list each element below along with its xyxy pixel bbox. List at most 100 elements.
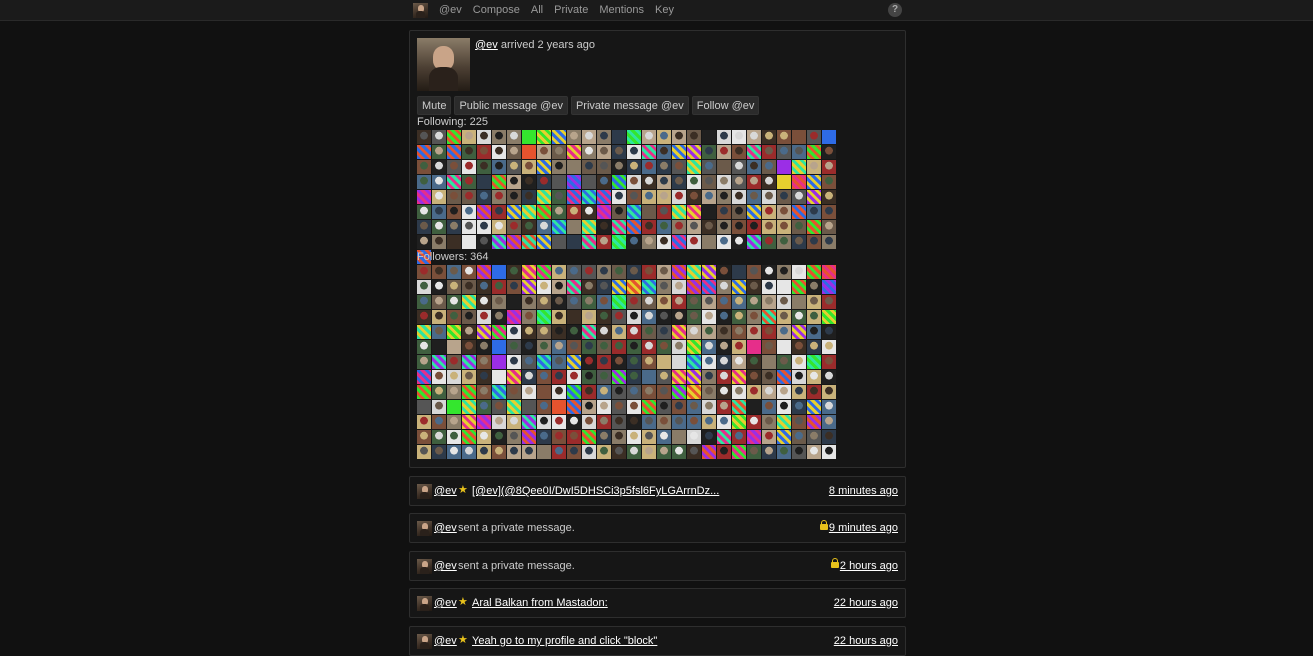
avatar-tile[interactable] bbox=[552, 445, 566, 459]
avatar-tile[interactable] bbox=[792, 175, 806, 189]
avatar-tile[interactable] bbox=[807, 205, 821, 219]
avatar-tile[interactable] bbox=[822, 400, 836, 414]
avatar-tile[interactable] bbox=[567, 310, 581, 324]
avatar-tile[interactable] bbox=[507, 265, 521, 279]
avatar-tile[interactable] bbox=[687, 430, 701, 444]
avatar-tile[interactable] bbox=[567, 445, 581, 459]
avatar-tile[interactable] bbox=[792, 400, 806, 414]
avatar-tile[interactable] bbox=[732, 265, 746, 279]
avatar-tile[interactable] bbox=[627, 220, 641, 234]
avatar-tile[interactable] bbox=[552, 325, 566, 339]
avatar-tile[interactable] bbox=[432, 190, 446, 204]
avatar-tile[interactable] bbox=[447, 415, 461, 429]
avatar-tile[interactable] bbox=[447, 160, 461, 174]
avatar-tile[interactable] bbox=[627, 175, 641, 189]
avatar-tile[interactable] bbox=[657, 340, 671, 354]
avatar-tile[interactable] bbox=[807, 235, 821, 249]
avatar-tile[interactable] bbox=[822, 160, 836, 174]
avatar-tile[interactable] bbox=[567, 160, 581, 174]
avatar-tile[interactable] bbox=[642, 430, 656, 444]
avatar-tile[interactable] bbox=[462, 325, 476, 339]
avatar-tile[interactable] bbox=[762, 385, 776, 399]
avatar-tile[interactable] bbox=[507, 340, 521, 354]
avatar-tile[interactable] bbox=[672, 265, 686, 279]
avatar-tile[interactable] bbox=[522, 370, 536, 384]
avatar-tile[interactable] bbox=[777, 310, 791, 324]
avatar-tile[interactable] bbox=[627, 415, 641, 429]
avatar-tile[interactable] bbox=[507, 370, 521, 384]
avatar-tile[interactable] bbox=[567, 175, 581, 189]
avatar-tile[interactable] bbox=[447, 370, 461, 384]
avatar-tile[interactable] bbox=[792, 160, 806, 174]
avatar-tile[interactable] bbox=[597, 415, 611, 429]
avatar-tile[interactable] bbox=[477, 325, 491, 339]
avatar-tile[interactable] bbox=[567, 415, 581, 429]
avatar-tile[interactable] bbox=[747, 400, 761, 414]
avatar-tile[interactable] bbox=[417, 175, 431, 189]
avatar-tile[interactable] bbox=[462, 385, 476, 399]
avatar-tile[interactable] bbox=[477, 235, 491, 249]
message-link[interactable]: Yeah go to my profile and click "block" bbox=[472, 635, 657, 647]
avatar-tile[interactable] bbox=[522, 190, 536, 204]
avatar-tile[interactable] bbox=[537, 370, 551, 384]
user-avatar-icon[interactable] bbox=[413, 3, 428, 18]
avatar-tile[interactable] bbox=[702, 130, 716, 144]
avatar-tile[interactable] bbox=[537, 355, 551, 369]
avatar-tile[interactable] bbox=[687, 235, 701, 249]
avatar-tile[interactable] bbox=[822, 145, 836, 159]
avatar-tile[interactable] bbox=[657, 145, 671, 159]
avatar-tile[interactable] bbox=[822, 265, 836, 279]
avatar-tile[interactable] bbox=[522, 415, 536, 429]
mute-button[interactable]: Mute bbox=[417, 96, 452, 115]
avatar-tile[interactable] bbox=[777, 430, 791, 444]
avatar-tile[interactable] bbox=[492, 280, 506, 294]
timeline-row[interactable]: @ev ★ Aral Balkan from Mastadon: 22 hours a… bbox=[409, 588, 906, 618]
avatar-tile[interactable] bbox=[477, 175, 491, 189]
avatar-tile[interactable] bbox=[687, 445, 701, 459]
avatar-tile[interactable] bbox=[597, 325, 611, 339]
timestamp-link[interactable]: 8 minutes ago bbox=[829, 485, 898, 497]
avatar-tile[interactable] bbox=[732, 400, 746, 414]
avatar-tile[interactable] bbox=[522, 235, 536, 249]
avatar-tile[interactable] bbox=[687, 130, 701, 144]
avatar-tile[interactable] bbox=[717, 265, 731, 279]
avatar-tile[interactable] bbox=[732, 220, 746, 234]
avatar-tile[interactable] bbox=[492, 235, 506, 249]
avatar-tile[interactable] bbox=[447, 400, 461, 414]
avatar-tile[interactable] bbox=[612, 175, 626, 189]
avatar-tile[interactable] bbox=[747, 295, 761, 309]
avatar-tile[interactable] bbox=[642, 295, 656, 309]
avatar-tile[interactable] bbox=[612, 370, 626, 384]
avatar-tile[interactable] bbox=[597, 220, 611, 234]
avatar-tile[interactable] bbox=[432, 385, 446, 399]
avatar-tile[interactable] bbox=[702, 445, 716, 459]
avatar-tile[interactable] bbox=[777, 130, 791, 144]
avatar-tile[interactable] bbox=[807, 160, 821, 174]
avatar-tile[interactable] bbox=[702, 235, 716, 249]
avatar-tile[interactable] bbox=[612, 295, 626, 309]
avatar-tile[interactable] bbox=[807, 145, 821, 159]
avatar-tile[interactable] bbox=[612, 415, 626, 429]
avatar-tile[interactable] bbox=[687, 340, 701, 354]
avatar-tile[interactable] bbox=[732, 145, 746, 159]
avatar-tile[interactable] bbox=[507, 175, 521, 189]
avatar-tile[interactable] bbox=[762, 325, 776, 339]
avatar-tile[interactable] bbox=[597, 430, 611, 444]
avatar-tile[interactable] bbox=[477, 370, 491, 384]
avatar-tile[interactable] bbox=[537, 295, 551, 309]
avatar-tile[interactable] bbox=[717, 415, 731, 429]
avatar-tile[interactable] bbox=[717, 130, 731, 144]
nav-item-mentions[interactable]: Mentions bbox=[599, 3, 644, 18]
avatar-tile[interactable] bbox=[657, 400, 671, 414]
avatar-tile[interactable] bbox=[552, 385, 566, 399]
avatar-tile[interactable] bbox=[792, 295, 806, 309]
avatar-tile[interactable] bbox=[447, 385, 461, 399]
avatar-tile[interactable] bbox=[462, 265, 476, 279]
avatar-tile[interactable] bbox=[432, 445, 446, 459]
avatar-tile[interactable] bbox=[507, 205, 521, 219]
avatar-tile[interactable] bbox=[582, 220, 596, 234]
avatar-tile[interactable] bbox=[792, 145, 806, 159]
avatar-tile[interactable] bbox=[627, 355, 641, 369]
avatar-tile[interactable] bbox=[627, 340, 641, 354]
avatar-tile[interactable] bbox=[807, 385, 821, 399]
